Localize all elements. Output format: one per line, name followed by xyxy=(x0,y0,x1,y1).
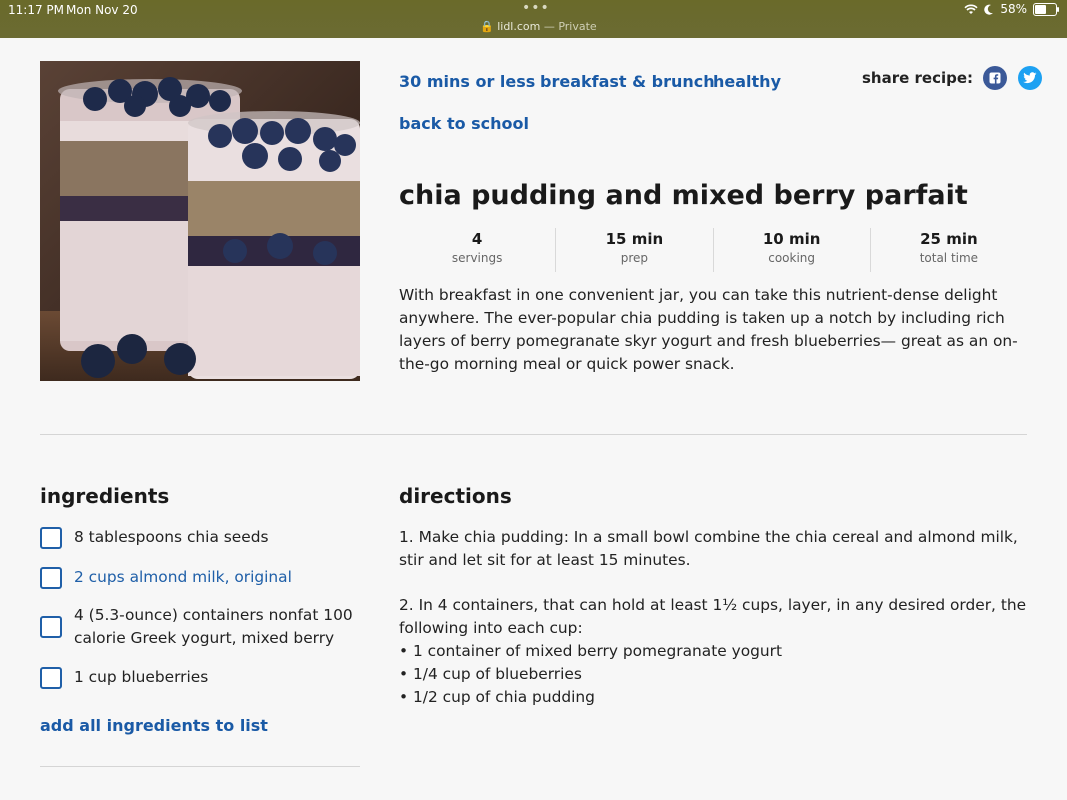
tag-back-to-school[interactable]: back to school xyxy=(399,114,529,133)
ingredient-text: 1 cup blueberries xyxy=(74,668,209,686)
stat-value: 10 min xyxy=(762,230,821,248)
ingredient-link[interactable]: 2 cups almond milk, original xyxy=(74,566,292,589)
ingredient-checkbox[interactable] xyxy=(40,616,62,638)
add-all-ingredients-link[interactable]: add all ingredients to list xyxy=(40,716,268,735)
stat-label: servings xyxy=(451,251,503,265)
recipe-description: With breakfast in one convenient jar, yo… xyxy=(399,286,1018,373)
address-bar[interactable]: 🔒 lidl.com — Private xyxy=(480,20,597,33)
divider xyxy=(40,434,1027,435)
status-date: Mon Nov 20 xyxy=(66,3,138,17)
stat-servings: 4 servings xyxy=(399,228,557,272)
ingredient-item[interactable]: 2 cups almond milk, original xyxy=(40,566,360,589)
lock-icon: 🔒 xyxy=(480,20,494,33)
moon-icon xyxy=(984,4,994,15)
stat-prep: 15 min prep xyxy=(556,228,714,272)
stat-value: 25 min xyxy=(920,230,978,248)
share-recipe: share recipe: xyxy=(862,66,1043,90)
ingredient-item[interactable]: 4 (5.3-ounce) containers nonfat 100 calo… xyxy=(40,604,360,650)
direction-step-2: 2. In 4 containers, that can hold at lea… xyxy=(399,596,1027,637)
recipe-stats: 4 servings 15 min prep 10 min cooking 25… xyxy=(399,228,1027,272)
ingredient-item[interactable]: 8 tablespoons chia seeds xyxy=(40,526,360,549)
stat-total-time: 25 min total time xyxy=(871,228,1027,272)
private-label: — Private xyxy=(543,20,597,33)
tab-overview-dots-icon[interactable]: ••• xyxy=(522,0,550,16)
stat-value: 4 xyxy=(471,230,483,248)
ingredient-checkbox[interactable] xyxy=(40,566,62,589)
url-text: lidl.com xyxy=(497,20,541,33)
tag-breakfast-brunch[interactable]: breakfast & brunch xyxy=(540,72,715,91)
stat-label: total time xyxy=(919,251,979,265)
ingredient-text: 8 tablespoons chia seeds xyxy=(74,528,269,546)
battery-icon xyxy=(1033,2,1059,16)
tag-healthy[interactable]: healthy xyxy=(713,72,781,91)
ingredient-checkbox[interactable] xyxy=(40,666,62,689)
directions-heading: directions xyxy=(399,484,512,508)
status-time: 11:17 PM xyxy=(8,3,64,17)
share-label: share recipe: xyxy=(862,69,974,87)
ingredient-text: 4 (5.3-ounce) containers nonfat 100 calo… xyxy=(74,606,353,647)
status-icons: 58% xyxy=(964,2,1059,16)
ingredient-item[interactable]: 1 cup blueberries xyxy=(40,666,360,689)
wifi-icon xyxy=(964,4,978,14)
browser-top-bar: 11:17 PM Mon Nov 20 ••• 🔒 lidl.com — Pri… xyxy=(0,0,1067,38)
facebook-icon[interactable] xyxy=(983,66,1008,90)
battery-percent: 58% xyxy=(1000,2,1027,16)
direction-step-1: 1. Make chia pudding: In a small bowl co… xyxy=(399,528,1018,569)
twitter-icon[interactable] xyxy=(1018,66,1043,90)
tag-30-mins-or-less[interactable]: 30 mins or less xyxy=(399,72,535,91)
stat-label: cooking xyxy=(768,251,816,265)
recipe-photo xyxy=(40,61,360,381)
ingredient-checkbox[interactable] xyxy=(40,526,62,549)
divider xyxy=(40,766,360,767)
recipe-title: chia pudding and mixed berry parfait xyxy=(399,180,968,211)
direction-bullet: • 1 container of mixed berry pomegranate… xyxy=(399,642,783,660)
ingredients-heading: ingredients xyxy=(40,484,170,508)
direction-bullet: • 1/2 cup of chia pudding xyxy=(399,688,595,706)
direction-bullet: • 1/4 cup of blueberries xyxy=(399,665,582,683)
stat-value: 15 min xyxy=(605,230,664,248)
stat-cooking: 10 min cooking xyxy=(714,228,871,272)
stat-label: prep xyxy=(620,251,649,265)
